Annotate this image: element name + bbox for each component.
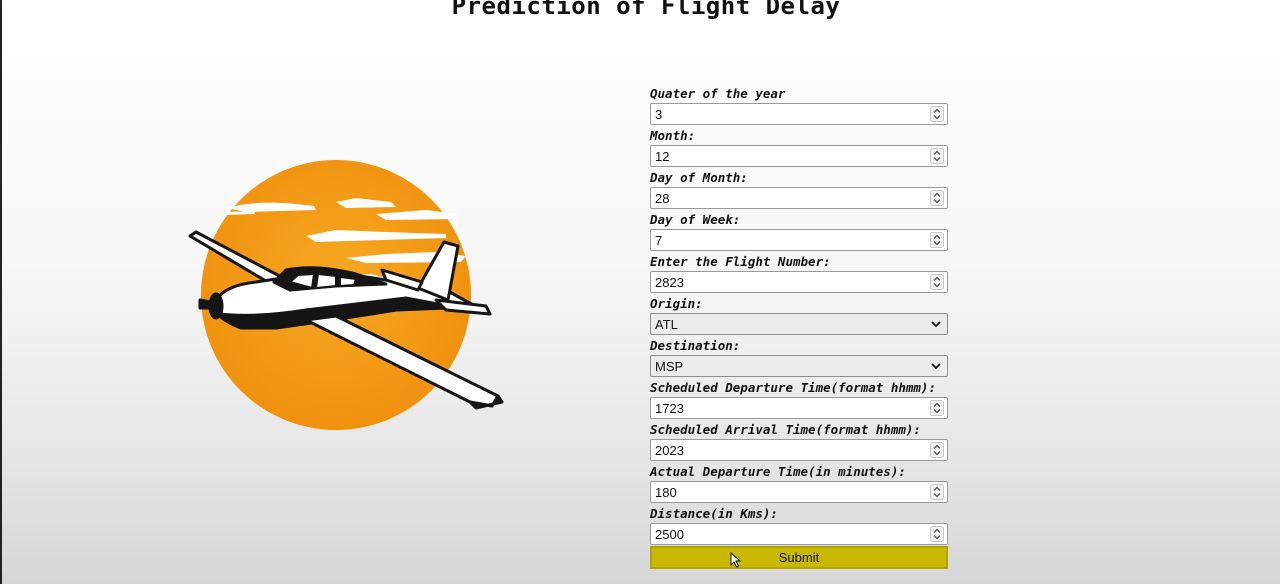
number-spinner-icon[interactable] <box>930 484 944 500</box>
actual-departure-value: 180 <box>655 485 677 500</box>
day-of-month-value: 28 <box>655 191 670 206</box>
distance-input[interactable]: 2500 <box>650 523 948 545</box>
origin-select[interactable]: ATL <box>650 313 948 335</box>
flight-number-label: Enter the Flight Number: <box>650 254 831 269</box>
quarter-label: Quater of the year <box>650 86 786 101</box>
page-title: Prediction of Flight Delay <box>451 0 841 20</box>
actual-departure-label: Actual Departure Time(in minutes): <box>650 464 906 479</box>
destination-value: MSP <box>655 359 684 374</box>
day-of-week-value: 7 <box>655 233 663 248</box>
quarter-value: 3 <box>655 107 663 122</box>
airplane-sun-icon <box>188 160 504 430</box>
flight-number-input[interactable]: 2823 <box>650 271 948 293</box>
origin-value: ATL <box>655 317 678 332</box>
month-label: Month: <box>650 128 696 143</box>
chevron-down-icon <box>931 321 941 328</box>
number-spinner-icon[interactable] <box>930 400 944 416</box>
flight-number-value: 2823 <box>655 275 684 290</box>
submit-button[interactable]: Submit <box>650 546 948 569</box>
scheduled-arrival-label: Scheduled Arrival Time(format hhmm): <box>650 422 921 437</box>
scheduled-departure-label: Scheduled Departure Time(format hhmm): <box>650 380 936 395</box>
airplane-sun-logo <box>186 150 506 440</box>
scheduled-departure-value: 1723 <box>655 401 684 416</box>
month-value: 12 <box>655 149 670 164</box>
month-input[interactable]: 12 <box>650 145 948 167</box>
number-spinner-icon[interactable] <box>930 274 944 290</box>
scheduled-departure-input[interactable]: 1723 <box>650 397 948 419</box>
scheduled-arrival-input[interactable]: 2023 <box>650 439 948 461</box>
number-spinner-icon[interactable] <box>930 106 944 122</box>
day-of-week-label: Day of Week: <box>650 212 741 227</box>
day-of-month-label: Day of Month: <box>650 170 748 185</box>
number-spinner-icon[interactable] <box>930 190 944 206</box>
distance-label: Distance(in Kms): <box>650 506 778 521</box>
quarter-input[interactable]: 3 <box>650 103 948 125</box>
number-spinner-icon[interactable] <box>930 442 944 458</box>
number-spinner-icon[interactable] <box>930 526 944 542</box>
distance-value: 2500 <box>655 527 684 542</box>
number-spinner-icon[interactable] <box>930 232 944 248</box>
number-spinner-icon[interactable] <box>930 148 944 164</box>
day-of-week-input[interactable]: 7 <box>650 229 948 251</box>
destination-label: Destination: <box>650 338 741 353</box>
submit-label: Submit <box>778 550 820 565</box>
chevron-down-icon <box>931 363 941 370</box>
flight-delay-form: Quater of the year 3 Month: 12 Day of Mo… <box>650 84 948 569</box>
day-of-month-input[interactable]: 28 <box>650 187 948 209</box>
scheduled-arrival-value: 2023 <box>655 443 684 458</box>
destination-select[interactable]: MSP <box>650 355 948 377</box>
actual-departure-input[interactable]: 180 <box>650 481 948 503</box>
mouse-cursor-icon <box>730 552 742 568</box>
origin-label: Origin: <box>650 296 703 311</box>
